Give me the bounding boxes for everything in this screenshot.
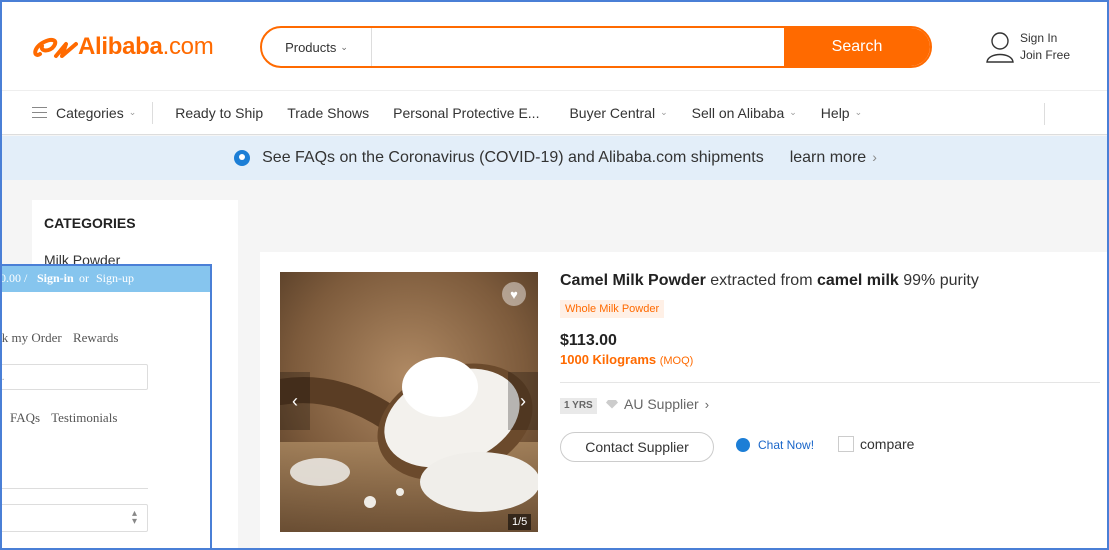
- nav-item-sell[interactable]: Sell on Alibaba ⌄: [692, 105, 797, 121]
- user-icon: [986, 32, 1014, 63]
- moq-value: 1000 Kilograms: [560, 352, 657, 367]
- overlay-links-row-2: FAQs Testimonials: [10, 410, 125, 426]
- banner-text: See FAQs on the Coronavirus (COVID-19) a…: [262, 149, 764, 166]
- select-arrows-icon: ▴ ▾: [131, 508, 137, 527]
- learn-more-label: learn more: [789, 149, 867, 166]
- nav-divider: [1044, 103, 1045, 125]
- overlay-or-text: or: [79, 271, 89, 285]
- image-next-button[interactable]: ›: [508, 372, 538, 430]
- logo-text: Alibaba.com: [78, 33, 214, 61]
- search-category-label: Products: [285, 39, 337, 55]
- overlay-window: 0.00 / Sign-in or Sign-up ck my Order Re…: [0, 264, 212, 548]
- chevron-down-icon: ⌄: [854, 107, 863, 117]
- moq-label: (MOQ): [659, 355, 694, 367]
- covid-banner: See FAQs on the Coronavirus (COVID-19) a…: [2, 136, 1107, 180]
- milk-powder-photo: [280, 272, 538, 532]
- product-title-text-1: extracted from: [705, 272, 817, 289]
- compare-checkbox[interactable]: compare: [838, 436, 914, 452]
- overlay-select[interactable]: ▴ ▾: [2, 504, 148, 532]
- overlay-sign-up-link[interactable]: Sign-up: [96, 266, 134, 290]
- chevron-down-icon: ⌄: [660, 107, 668, 117]
- nav-item-trade-shows[interactable]: Trade Shows: [287, 105, 369, 121]
- alibaba-logo[interactable]: Alibaba.com: [32, 32, 214, 62]
- account-links: Sign In Join Free: [1020, 30, 1070, 64]
- sidebar-title: CATEGORIES: [44, 215, 136, 231]
- chevron-right-icon: ›: [872, 149, 877, 165]
- search-bar: Products ⌄ Search: [260, 26, 932, 68]
- overlay-links-row-1: ck my Order Rewards: [2, 330, 126, 346]
- account-area[interactable]: Sign In Join Free: [984, 30, 1070, 64]
- compare-label: compare: [860, 436, 915, 452]
- sign-in-link[interactable]: Sign In: [1020, 30, 1070, 47]
- contact-supplier-button[interactable]: Contact Supplier: [560, 432, 714, 462]
- chat-now-link[interactable]: Chat Now!: [736, 438, 814, 452]
- search-button[interactable]: Search: [784, 28, 930, 66]
- overlay-divider: [2, 488, 148, 489]
- product-card: ‹ › ♥ 1/5 Camel Milk Powder extracted fr…: [260, 252, 1107, 548]
- join-free-link[interactable]: Join Free: [1020, 47, 1070, 64]
- overlay-testimonials-link[interactable]: Testimonials: [51, 410, 117, 425]
- overlay-cart-total: 0.00 /: [0, 271, 28, 285]
- image-prev-button[interactable]: ‹: [280, 372, 310, 430]
- nav-item-ppe[interactable]: Personal Protective E...: [393, 105, 539, 121]
- main-nav: Categories ⌄ Ready to Ship Trade Shows P…: [2, 90, 1107, 135]
- diamond-icon: [606, 399, 618, 409]
- search-category-dropdown[interactable]: Products ⌄: [262, 28, 372, 66]
- product-title-bold-2: camel milk: [816, 272, 899, 289]
- overlay-track-order-link[interactable]: ck my Order: [2, 330, 62, 345]
- chevron-right-icon: ›: [704, 396, 710, 412]
- nav-item-ready-to-ship[interactable]: Ready to Ship: [175, 105, 263, 121]
- learn-more-link[interactable]: learn more ›: [790, 149, 877, 167]
- site-header: Alibaba.com Products ⌄ Search Sign In Jo…: [2, 2, 1107, 90]
- chat-now-label: Chat Now!: [758, 438, 815, 452]
- nav-categories[interactable]: Categories ⌄: [32, 105, 136, 121]
- nav-item-buyer-central[interactable]: Buyer Central ⌄: [569, 105, 667, 121]
- nav-item-label: Help: [820, 104, 850, 121]
- overlay-top-bar: 0.00 / Sign-in or Sign-up: [0, 266, 210, 292]
- checkbox[interactable]: [838, 436, 854, 452]
- product-title[interactable]: Camel Milk Powder extracted from camel m…: [560, 272, 979, 290]
- overlay-sign-in-link[interactable]: Sign-in: [37, 266, 74, 290]
- product-title-text-2: 99% purity: [898, 272, 979, 289]
- overlay-search-field[interactable]: ..: [2, 364, 148, 390]
- chevron-down-icon: ⌄: [789, 107, 797, 117]
- product-moq: 1000 Kilograms (MOQ): [560, 352, 693, 367]
- product-image[interactable]: ‹ › ♥ 1/5: [280, 272, 538, 532]
- menu-icon: [32, 107, 47, 118]
- supplier-link[interactable]: AU Supplier ›: [606, 396, 709, 412]
- chat-icon: [736, 438, 750, 452]
- nav-categories-label: Categories: [56, 104, 124, 121]
- browser-frame: Alibaba.com Products ⌄ Search Sign In Jo…: [0, 0, 1109, 550]
- nav-divider: [152, 101, 154, 124]
- years-badge: 1 YRS: [560, 398, 597, 414]
- overlay-faqs-link[interactable]: FAQs: [10, 410, 40, 425]
- overlay-rewards-link[interactable]: Rewards: [73, 330, 119, 345]
- logo-brand: Alibaba: [78, 33, 163, 60]
- nav-item-help[interactable]: Help ⌄: [821, 105, 862, 121]
- nav-item-label: Buyer Central: [569, 104, 656, 121]
- logo-suffix: .com: [162, 33, 214, 60]
- chevron-down-icon: ⌄: [340, 41, 348, 52]
- product-category-tag[interactable]: Whole Milk Powder: [560, 300, 665, 318]
- search-input[interactable]: [372, 28, 784, 66]
- product-title-bold-1: Camel Milk Powder: [560, 272, 706, 289]
- alibaba-logo-icon: [33, 37, 78, 58]
- chevron-down-icon: ⌄: [128, 107, 137, 117]
- nav-item-label: Sell on Alibaba: [691, 104, 785, 121]
- card-divider: [560, 382, 1100, 383]
- product-price: $113.00: [560, 332, 617, 349]
- location-pin-icon: [234, 150, 251, 166]
- image-counter: 1/5: [508, 514, 532, 530]
- heart-icon[interactable]: ♥: [502, 282, 526, 306]
- supplier-label: AU Supplier: [624, 396, 699, 412]
